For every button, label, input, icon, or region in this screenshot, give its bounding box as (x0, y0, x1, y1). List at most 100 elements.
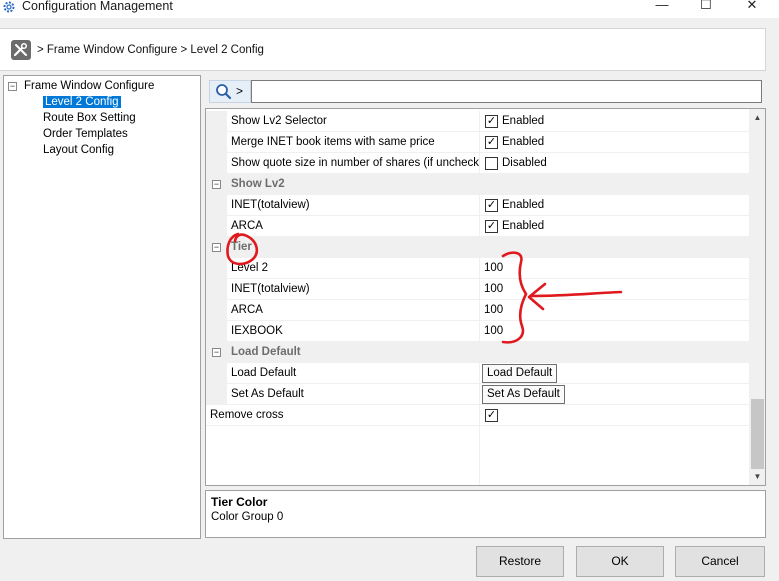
property-row[interactable]: INET(totalview) 100 (206, 279, 749, 300)
maximize-button[interactable]: ☐ (699, 0, 713, 14)
row-margin (206, 111, 227, 132)
tree-item-label: Level 2 Config (43, 96, 121, 108)
property-row[interactable]: ARCA ✓ Enabled (206, 216, 749, 237)
property-value[interactable]: ✓ Enabled (479, 195, 749, 215)
property-value[interactable]: ✓ (479, 405, 749, 425)
property-value[interactable]: 100 (479, 258, 749, 278)
tree-item-level-2-config[interactable]: Level 2 Config (43, 94, 121, 110)
property-value[interactable]: ✓ Enabled (479, 132, 749, 152)
row-margin (206, 279, 227, 300)
property-value[interactable]: ✓ Enabled (479, 216, 749, 236)
tree-item-label: Order Templates (43, 128, 128, 140)
checkbox[interactable]: ✓ (485, 409, 498, 422)
restore-button[interactable]: Restore (476, 546, 564, 577)
property-label: ARCA (231, 220, 263, 232)
property-value[interactable]: 100 (479, 300, 749, 320)
tree-item-layout-config[interactable]: Layout Config (43, 142, 114, 158)
property-label: Merge INET book items with same price (231, 136, 435, 148)
checkbox[interactable]: ✓ (485, 220, 498, 233)
row-margin (206, 153, 227, 174)
checkbox-label: Enabled (502, 115, 545, 127)
property-grid: Show Lv2 Selector ✓ Enabled Merge INET b… (205, 108, 766, 486)
minimize-button[interactable]: — (655, 0, 669, 14)
property-row[interactable]: Merge INET book items with same price ✓ … (206, 132, 749, 153)
close-button[interactable]: ✕ (745, 0, 759, 14)
row-margin (206, 258, 227, 279)
checkbox[interactable]: ✓ (485, 199, 498, 212)
collapse-icon[interactable]: − (212, 243, 221, 252)
description-title: Tier Color (211, 495, 268, 509)
search-bar: > (205, 78, 766, 104)
checkbox-label: Enabled (502, 136, 545, 148)
load-default-button[interactable]: Load Default (482, 364, 558, 383)
checkbox-label: Disabled (502, 157, 547, 169)
property-value[interactable]: Disabled (479, 153, 749, 173)
scroll-up-icon[interactable]: ▲ (749, 109, 765, 126)
property-row[interactable]: ARCA 100 (206, 300, 749, 321)
property-row[interactable]: Load Default Load Default (206, 363, 749, 384)
checkbox-label: Enabled (502, 220, 545, 232)
collapse-icon[interactable]: − (8, 82, 17, 91)
search-button[interactable]: > (209, 80, 251, 103)
scroll-thumb[interactable] (751, 399, 764, 469)
breadcrumb: > Frame Window Configure > Level 2 Confi… (0, 28, 766, 71)
search-input[interactable] (251, 80, 762, 103)
property-row[interactable]: Level 2 100 (206, 258, 749, 279)
property-label: Load Default (231, 367, 297, 379)
row-margin (206, 384, 227, 405)
tree-item-order-templates[interactable]: Order Templates (43, 126, 128, 142)
collapse-icon[interactable]: − (212, 348, 221, 357)
category-label: Load Default (231, 346, 301, 358)
cancel-button[interactable]: Cancel (675, 546, 765, 577)
number-value[interactable]: 100 (484, 321, 503, 341)
property-value[interactable]: ✓ Enabled (479, 111, 749, 131)
property-label: Show Lv2 Selector (231, 115, 327, 127)
collapse-icon[interactable]: − (212, 180, 221, 189)
tree-item-label: Layout Config (43, 144, 114, 156)
window-title: Configuration Management (22, 0, 173, 13)
property-value[interactable]: 100 (479, 321, 749, 341)
number-value[interactable]: 100 (484, 258, 503, 278)
checkbox[interactable]: ✓ (485, 136, 498, 149)
property-row[interactable]: Set As Default Set As Default (206, 384, 749, 405)
category-row-tier[interactable]: − Tier (206, 237, 749, 258)
category-row-load-default[interactable]: − Load Default (206, 342, 749, 363)
category-row-show-lv2[interactable]: − Show Lv2 (206, 174, 749, 195)
tree-item-route-box-setting[interactable]: Route Box Setting (43, 110, 136, 126)
property-row[interactable]: Remove cross ✓ (206, 405, 749, 426)
category-label: Show Lv2 (231, 178, 285, 190)
property-label: Level 2 (231, 262, 269, 274)
property-label: INET(totalview) (231, 199, 310, 211)
set-as-default-button[interactable]: Set As Default (482, 385, 565, 404)
config-tree: − Frame Window Configure Level 2 Config … (3, 75, 201, 539)
category-label: Tier (231, 241, 252, 253)
checkbox[interactable] (485, 157, 498, 170)
row-margin (206, 321, 227, 342)
description-panel: Tier Color Color Group 0 (205, 490, 766, 538)
tree-item-label: Route Box Setting (43, 112, 136, 124)
checkbox[interactable]: ✓ (485, 115, 498, 128)
breadcrumb-path[interactable]: > Frame Window Configure > Level 2 Confi… (37, 44, 264, 56)
number-value[interactable]: 100 (484, 279, 503, 299)
property-value: Set As Default (479, 384, 749, 404)
property-row[interactable]: IEXBOOK 100 (206, 321, 749, 342)
gear-icon (3, 1, 15, 13)
property-label: Show quote size in number of shares (if … (231, 157, 479, 169)
property-row[interactable]: Show quote size in number of shares (if … (206, 153, 749, 174)
scroll-down-icon[interactable]: ▼ (749, 468, 765, 485)
row-margin (206, 195, 227, 216)
description-text: Color Group 0 (211, 511, 284, 523)
property-label: INET(totalview) (231, 283, 310, 295)
vertical-scrollbar[interactable]: ▲ ▼ (749, 109, 765, 485)
row-margin (206, 363, 227, 384)
property-label: Remove cross (210, 409, 284, 421)
property-value[interactable]: 100 (479, 279, 749, 299)
property-panel: > Show Lv2 Selector ✓ Enabled Merge INET… (205, 75, 766, 539)
number-value[interactable]: 100 (484, 300, 503, 320)
property-row[interactable]: INET(totalview) ✓ Enabled (206, 195, 749, 216)
ok-button[interactable]: OK (576, 546, 664, 577)
tree-item-label: Frame Window Configure (24, 80, 155, 92)
property-label: IEXBOOK (231, 325, 283, 337)
property-label: Set As Default (231, 388, 304, 400)
property-row[interactable]: Show Lv2 Selector ✓ Enabled (206, 111, 749, 132)
